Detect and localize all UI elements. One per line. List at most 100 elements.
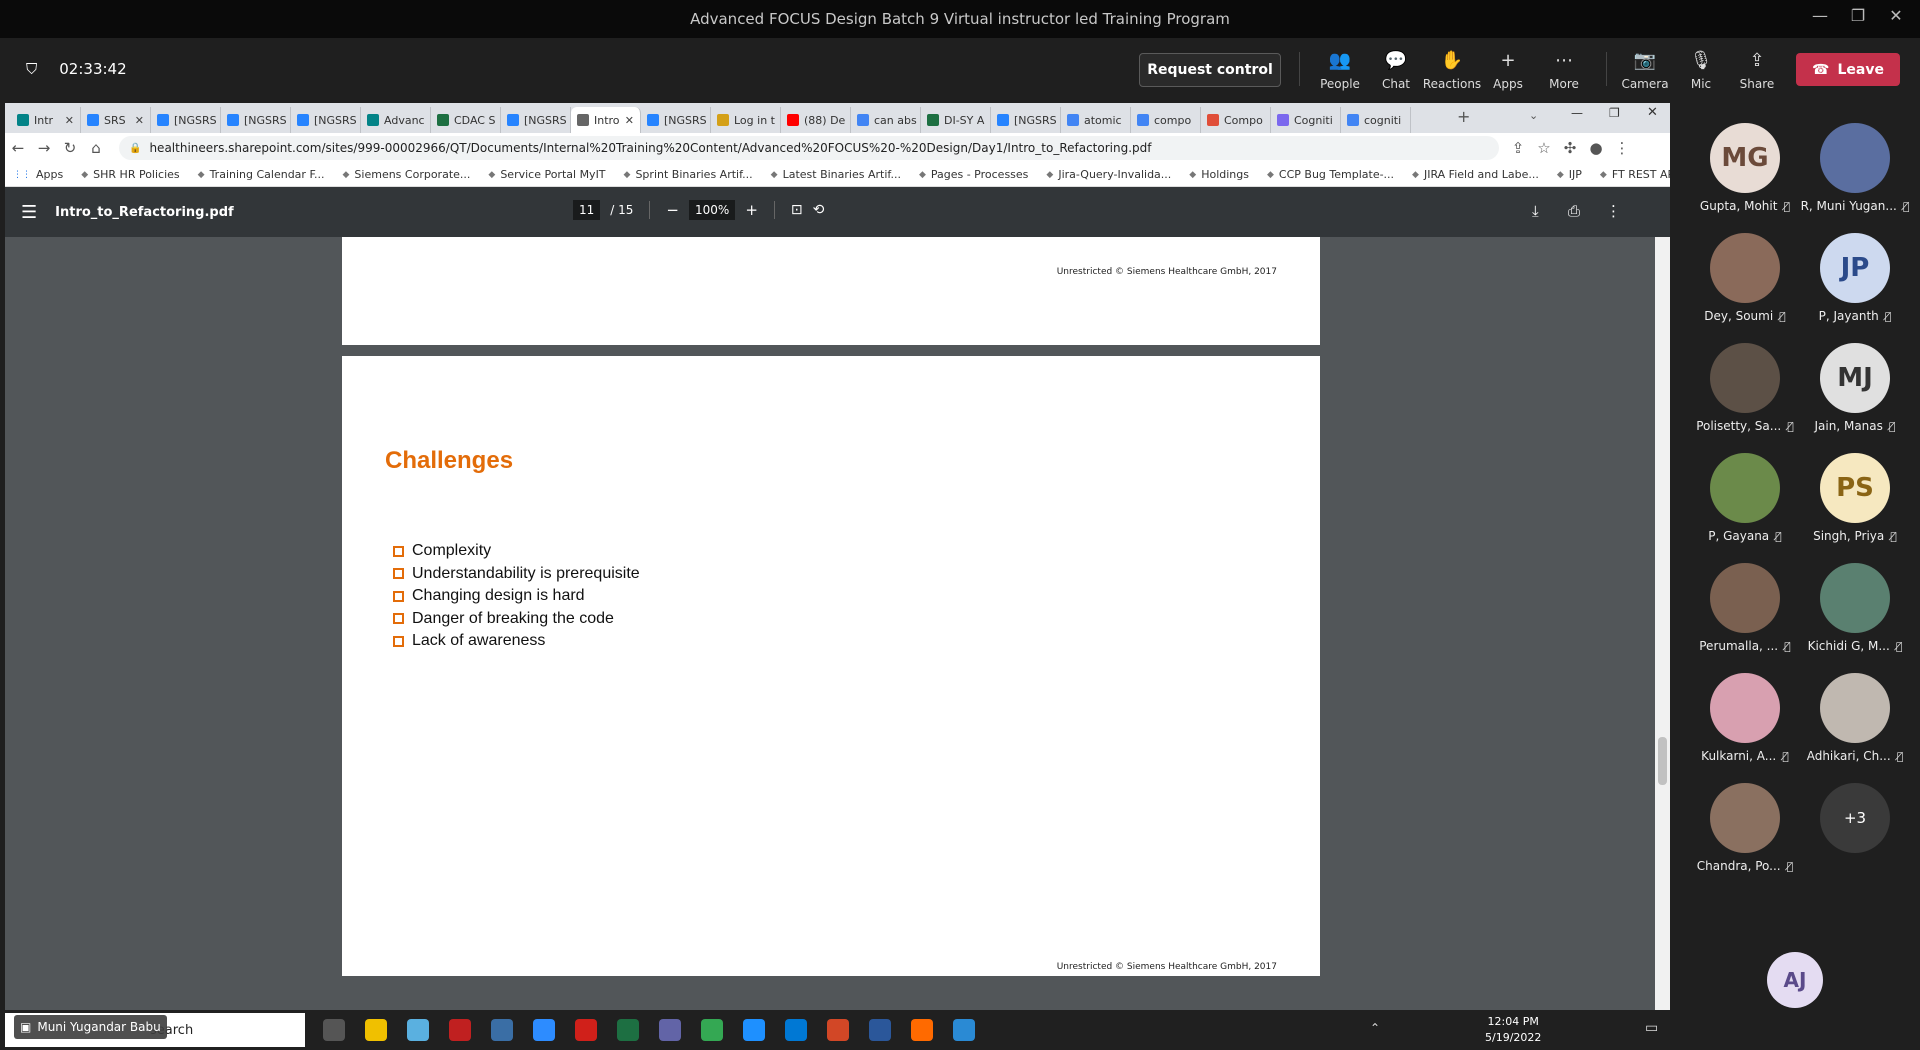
task-view-icon[interactable]: [323, 1019, 345, 1041]
mic-button[interactable]: 🎙 Mic: [1671, 48, 1731, 94]
participant-tile[interactable]: Perumalla, ... 🎙̸: [1690, 563, 1800, 673]
sublime-icon[interactable]: [911, 1019, 933, 1041]
bookmark-item[interactable]: ◆ Pages - Processes: [919, 168, 1028, 181]
browser-close-icon[interactable]: ✕: [1647, 105, 1658, 120]
share-page-icon[interactable]: ⇪: [1505, 139, 1531, 157]
participant-tile[interactable]: JP P, Jayanth 🎙̸: [1800, 233, 1910, 343]
browser-tab[interactable]: [NGSRS: [641, 107, 711, 133]
bookmark-item[interactable]: ◆ JIRA Field and Labe...: [1412, 168, 1539, 181]
browser-tab[interactable]: SRS ✕: [81, 107, 151, 133]
new-tab-icon[interactable]: +: [1457, 107, 1470, 126]
share-button[interactable]: ⇪ Share: [1727, 48, 1787, 94]
bookmark-item[interactable]: ◆ CCP Bug Template-...: [1267, 168, 1394, 181]
camera-button[interactable]: 📷 Camera: [1615, 48, 1675, 94]
bookmark-item[interactable]: ⋮⋮ Apps: [13, 168, 63, 181]
participant-tile[interactable]: R, Muni Yugan... 🎙̸: [1800, 123, 1910, 233]
tab-close-icon[interactable]: ✕: [65, 114, 74, 127]
bookmark-item[interactable]: ◆ Service Portal MyIT: [488, 168, 605, 181]
zoom-out-icon[interactable]: −: [666, 201, 679, 219]
reactions-button[interactable]: ✋ Reactions: [1422, 48, 1482, 94]
print-icon[interactable]: ⎙: [1568, 202, 1580, 220]
bookmark-item[interactable]: ◆ Jira-Query-Invalida...: [1046, 168, 1171, 181]
browser-tab[interactable]: Compo: [1201, 107, 1271, 133]
browser-tab[interactable]: can abs: [851, 107, 921, 133]
browser-tab[interactable]: [NGSRS: [501, 107, 571, 133]
browser-tab[interactable]: [NGSRS: [291, 107, 361, 133]
reload-icon[interactable]: ↻: [57, 139, 83, 157]
chrome-icon[interactable]: [701, 1019, 723, 1041]
participant-tile[interactable]: Kichidi G, M... 🎙̸: [1800, 563, 1910, 673]
participant-tile[interactable]: PS Singh, Priya 🎙̸: [1800, 453, 1910, 563]
pdf-viewport[interactable]: Unrestricted © Siemens Healthcare GmbH, …: [5, 237, 1670, 1010]
snip-icon[interactable]: [953, 1019, 975, 1041]
notepad-icon[interactable]: [407, 1019, 429, 1041]
browser-tab[interactable]: Intr ✕: [11, 107, 81, 133]
participant-tile[interactable]: Polisetty, Sa... 🎙̸: [1690, 343, 1800, 453]
excel-icon[interactable]: [617, 1019, 639, 1041]
network-icon[interactable]: [491, 1019, 513, 1041]
leave-button[interactable]: ☎ Leave: [1796, 53, 1900, 86]
overflow-participants[interactable]: +3: [1800, 783, 1910, 893]
bookmark-star-icon[interactable]: ☆: [1531, 139, 1557, 157]
people-button[interactable]: 👥 People: [1310, 48, 1370, 94]
profile-icon[interactable]: ●: [1583, 139, 1609, 157]
participant-tile[interactable]: P, Gayana 🎙̸: [1690, 453, 1800, 563]
browser-tab[interactable]: cogniti: [1341, 107, 1411, 133]
more-button[interactable]: ⋯ More: [1534, 48, 1594, 94]
word-icon[interactable]: [869, 1019, 891, 1041]
tab-close-icon[interactable]: ✕: [135, 114, 144, 127]
chat-button[interactable]: 💬 Chat: [1366, 48, 1426, 94]
rotate-icon[interactable]: ⟲: [813, 202, 825, 218]
home-icon[interactable]: ⌂: [83, 139, 109, 157]
browser-tab[interactable]: [NGSRS: [991, 107, 1061, 133]
bookmark-item[interactable]: ◆ Sprint Binaries Artif...: [624, 168, 753, 181]
participant-tile[interactable]: MG Gupta, Mohit 🎙̸: [1690, 123, 1800, 233]
bookmark-item[interactable]: ◆ SHR HR Policies: [81, 168, 179, 181]
bookmark-item[interactable]: ◆ Training Calendar F...: [198, 168, 325, 181]
bookmark-item[interactable]: ◆ FT REST API (PSI 5.3...: [1600, 168, 1670, 181]
browser-tab[interactable]: compo: [1131, 107, 1201, 133]
restore-icon[interactable]: ❐: [1838, 6, 1878, 25]
self-avatar[interactable]: AJ: [1767, 952, 1823, 1008]
hamburger-menu-icon[interactable]: ☰: [21, 202, 37, 223]
scroll-thumb[interactable]: [1658, 737, 1667, 785]
notification-icon[interactable]: ▭: [1645, 1020, 1658, 1036]
browser-tab[interactable]: [NGSRS: [221, 107, 291, 133]
page-number-input[interactable]: 11: [573, 200, 601, 220]
vertical-scrollbar[interactable]: [1655, 237, 1670, 1010]
file-explorer-icon[interactable]: [365, 1019, 387, 1041]
powerpoint-icon[interactable]: [827, 1019, 849, 1041]
request-control-button[interactable]: Request control: [1139, 53, 1281, 87]
forward-icon[interactable]: →: [31, 139, 57, 157]
download-icon[interactable]: ⤓: [1532, 202, 1539, 220]
browser-tab[interactable]: atomic: [1061, 107, 1131, 133]
zoom-in-icon[interactable]: +: [745, 201, 758, 219]
bookmark-item[interactable]: ◆ Siemens Corporate...: [343, 168, 471, 181]
minimize-icon[interactable]: —: [1800, 6, 1840, 25]
bookmark-item[interactable]: ◆ IJP: [1557, 168, 1582, 181]
browser-tab[interactable]: Cogniti: [1271, 107, 1341, 133]
browser-tab[interactable]: CDAC S: [431, 107, 501, 133]
close-icon[interactable]: ✕: [1876, 6, 1916, 25]
browser-restore-icon[interactable]: ❐: [1609, 106, 1620, 120]
participant-tile[interactable]: MJ Jain, Manas 🎙̸: [1800, 343, 1910, 453]
browser-minimize-icon[interactable]: —: [1571, 106, 1583, 120]
tab-search-icon[interactable]: ⌄: [1529, 109, 1538, 122]
acrobat-icon[interactable]: [575, 1019, 597, 1041]
participant-tile[interactable]: Dey, Soumi 🎙̸: [1690, 233, 1800, 343]
pdf-app-icon[interactable]: [449, 1019, 471, 1041]
participant-tile[interactable]: Chandra, Po... 🎙̸: [1690, 783, 1800, 893]
zoom-icon[interactable]: [533, 1019, 555, 1041]
zoom-input[interactable]: 100%: [689, 200, 736, 220]
menu-kebab-icon[interactable]: ⋮: [1609, 139, 1635, 157]
tray-chevron-icon[interactable]: ⌃: [1370, 1021, 1380, 1035]
teams-icon[interactable]: [659, 1019, 681, 1041]
paint-icon[interactable]: [743, 1019, 765, 1041]
back-icon[interactable]: ←: [5, 139, 31, 157]
apps-button[interactable]: + Apps: [1478, 48, 1538, 94]
browser-tab[interactable]: Log in t: [711, 107, 781, 133]
participant-tile[interactable]: Adhikari, Ch... 🎙̸: [1800, 673, 1910, 783]
url-field[interactable]: 🔒 healthineers.sharepoint.com/sites/999-…: [119, 136, 1499, 160]
browser-tab[interactable]: Advanc: [361, 107, 431, 133]
bookmark-item[interactable]: ◆ Holdings: [1189, 168, 1249, 181]
